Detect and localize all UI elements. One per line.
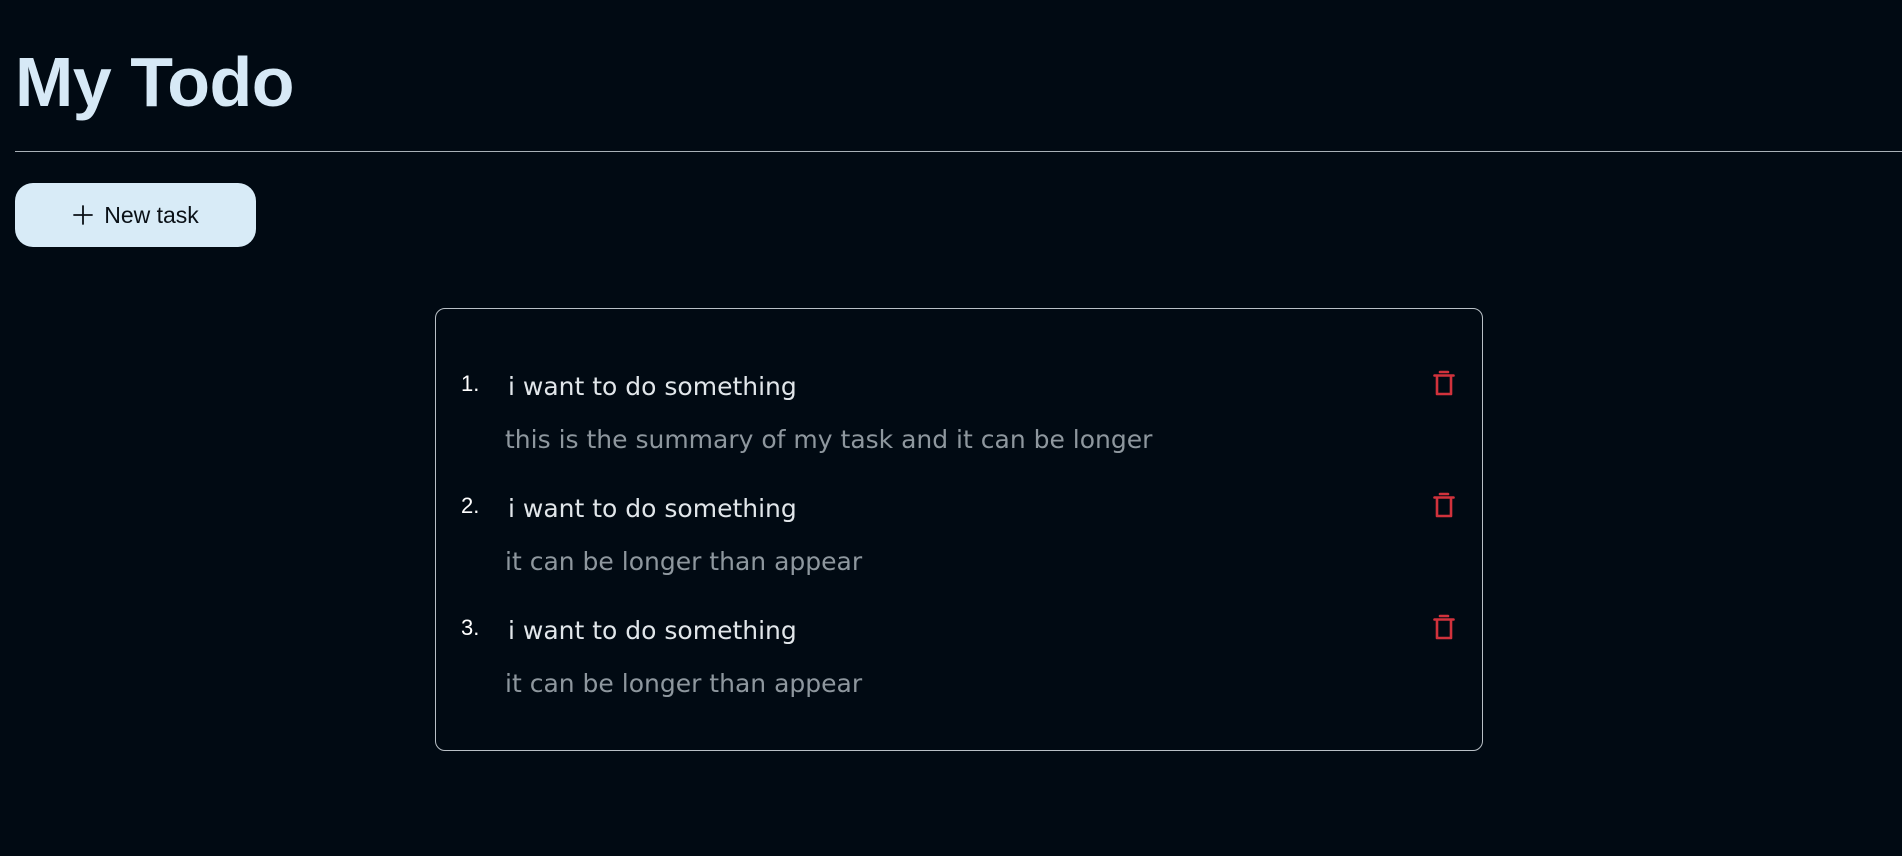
task-item: 2. i want to do something it can be long… [436,491,1482,601]
trash-icon [1433,491,1455,522]
task-summary: it can be longer than appear [505,669,863,698]
plus-icon [72,204,94,226]
task-list-card: 1. i want to do something this is the su… [435,308,1483,751]
trash-icon [1433,613,1455,644]
header-divider [15,151,1902,152]
delete-task-button[interactable] [1428,611,1460,645]
task-title: i want to do something [508,616,797,645]
delete-task-button[interactable] [1428,367,1460,401]
task-number: 3. [461,615,480,640]
new-task-label: New task [104,201,199,228]
delete-task-button[interactable] [1428,489,1460,523]
task-summary: it can be longer than appear [505,547,863,576]
task-number: 2. [461,493,480,518]
task-item: 1. i want to do something this is the su… [436,369,1482,479]
page-title: My Todo [15,43,295,121]
task-number: 1. [461,371,480,396]
trash-icon [1433,369,1455,400]
task-title: i want to do something [508,372,797,401]
new-task-button[interactable]: New task [15,183,256,247]
task-summary: this is the summary of my task and it ca… [505,425,1153,454]
task-item: 3. i want to do something it can be long… [436,613,1482,723]
task-title: i want to do something [508,494,797,523]
